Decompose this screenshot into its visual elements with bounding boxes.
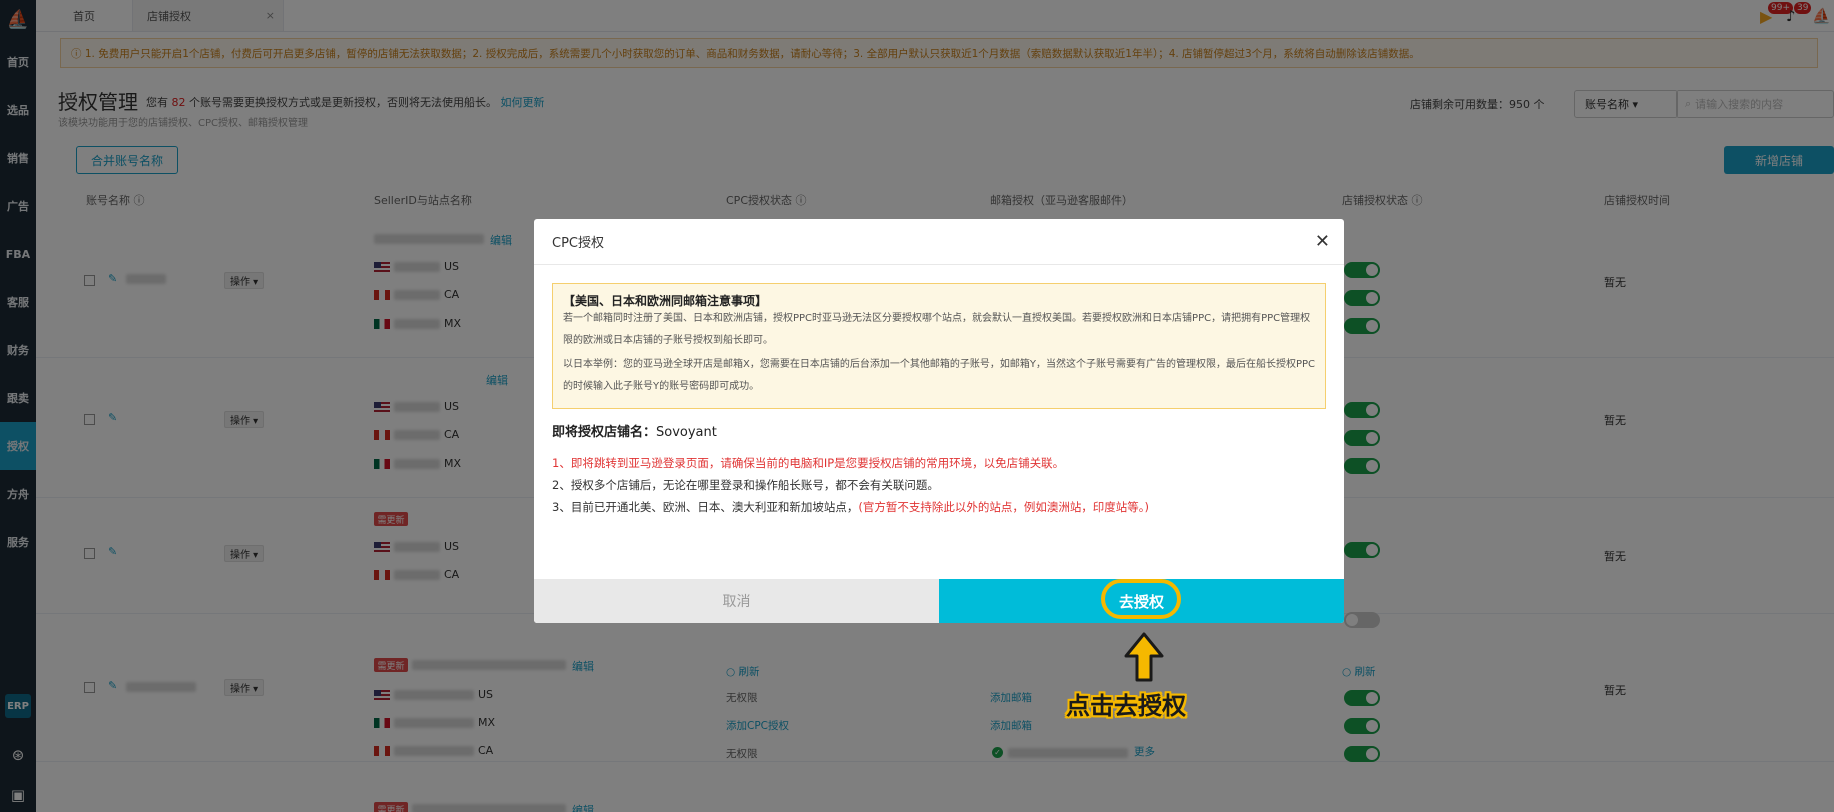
store-name-line: 即将授权店铺名：Sovoyant (552, 421, 717, 440)
go-authorize-label: 去授权 (1118, 592, 1164, 611)
instruction-1: 1、即将跳转到亚马逊登录页面，请确保当前的电脑和IP是您要授权店铺的常用环境，以… (552, 456, 1065, 470)
instruction-3: 3、目前已开通北美、欧洲、日本、澳大利亚和新加坡站点，(官方暂不支持除此以外的站… (552, 499, 1149, 515)
instruction-3-warning: (官方暂不支持除此以外的站点，例如澳洲站，印度站等。) (858, 500, 1150, 514)
up-arrow-icon (1124, 632, 1164, 682)
notice-paragraph-1: 若一个邮箱同时注册了美国、日本和欧洲店铺，授权PPC时亚马逊无法区分要授权哪个站… (563, 313, 1311, 346)
modal-title: CPC授权 (552, 236, 604, 251)
close-icon[interactable]: ✕ (1315, 231, 1330, 252)
modal-footer: 取消 去授权 (534, 579, 1344, 623)
store-name: Sovoyant (656, 425, 717, 440)
notice-title: 【美国、日本和欧洲同邮箱注意事项】 (563, 294, 768, 308)
cancel-button[interactable]: 取消 (534, 579, 939, 623)
modal-notice: 【美国、日本和欧洲同邮箱注意事项】 若一个邮箱同时注册了美国、日本和欧洲店铺，授… (552, 283, 1326, 409)
modal-header: CPC授权 ✕ (534, 219, 1344, 265)
callout-text: 点击去授权 (1066, 692, 1186, 720)
go-authorize-button[interactable]: 去授权 (939, 579, 1344, 623)
instruction-2: 2、授权多个店铺后，无论在哪里登录和操作船长账号，都不会有关联问题。 (552, 478, 939, 492)
cpc-auth-modal: CPC授权 ✕ 【美国、日本和欧洲同邮箱注意事项】 若一个邮箱同时注册了美国、日… (534, 219, 1344, 623)
instruction-3-text: 3、目前已开通北美、欧洲、日本、澳大利亚和新加坡站点， (552, 500, 859, 514)
store-label: 即将授权店铺名： (552, 425, 657, 440)
notice-paragraph-2: 以日本举例：您的亚马逊全球开店是邮箱X，您需要在日本店铺的后台添加一个其他邮箱的… (563, 359, 1316, 392)
